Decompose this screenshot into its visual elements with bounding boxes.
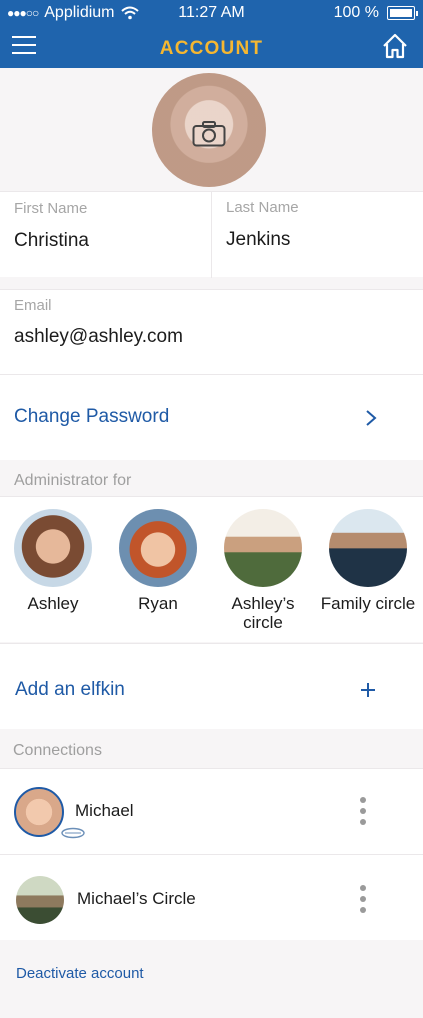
avatar [14,787,64,837]
administrator-list: Ashley Ryan Ashley’s circle Family circl… [0,496,423,642]
email-field[interactable]: ashley@ashley.com [14,326,183,348]
administrator-section-label: Administrator for [14,472,132,489]
deactivate-account-link[interactable]: Deactivate account [16,965,144,982]
profile-avatar[interactable] [152,73,266,187]
page-title: ACCOUNT [159,38,264,59]
elfkin-badge-icon [61,827,85,839]
more-options-icon[interactable] [358,797,368,827]
add-elfkin-link[interactable]: Add an elfkin [15,679,125,701]
admin-item-ryan[interactable]: Ryan [108,509,208,613]
status-right: 100 % [333,4,418,22]
connection-row-michael[interactable]: Michael [0,768,423,854]
last-name-field[interactable]: Jenkins [226,229,290,251]
name-divider [211,192,212,278]
connection-row-michaels-circle[interactable]: Michael’s Circle [0,854,423,940]
name-row: First Name Christina Last Name Jenkins [0,191,423,278]
first-name-field[interactable]: Christina [14,230,89,252]
admin-item-ashley[interactable]: Ashley [3,509,103,613]
admin-item-family-circle[interactable]: Family circle [318,509,418,613]
add-elfkin-row[interactable]: Add an elfkin [0,643,423,729]
avatar [119,509,197,587]
battery-icon [387,6,418,20]
admin-name: Family circle [320,594,416,613]
connections-section-label: Connections [13,742,102,759]
home-icon[interactable] [381,32,409,60]
admin-name: Ryan [138,594,178,613]
more-options-icon[interactable] [358,885,368,915]
last-name-label: Last Name [226,199,299,216]
change-password-row[interactable]: Change Password [0,374,423,460]
email-label: Email [14,297,52,314]
battery-percent: 100 % [333,4,379,21]
change-password-link[interactable]: Change Password [14,406,169,428]
avatar [224,509,302,587]
first-name-label: First Name [14,200,88,217]
connection-name: Michael’s Circle [77,889,196,908]
email-row: Email ashley@ashley.com [0,289,423,375]
status-bar: ●●●○○ Applidium 11:27 AM 100 % [0,0,423,26]
connection-name: Michael [75,801,134,820]
top-bar: ●●●○○ Applidium 11:27 AM 100 % ACCOUNT [0,0,423,68]
admin-name: Ashley [27,594,79,613]
admin-item-ashleys-circle[interactable]: Ashley’s circle [213,509,313,632]
plus-icon [361,683,375,697]
avatar [14,509,92,587]
avatar [329,509,407,587]
avatar [16,876,64,924]
camera-icon [192,121,226,147]
chevron-right-icon [366,410,377,426]
admin-name: Ashley’s circle [231,594,295,632]
